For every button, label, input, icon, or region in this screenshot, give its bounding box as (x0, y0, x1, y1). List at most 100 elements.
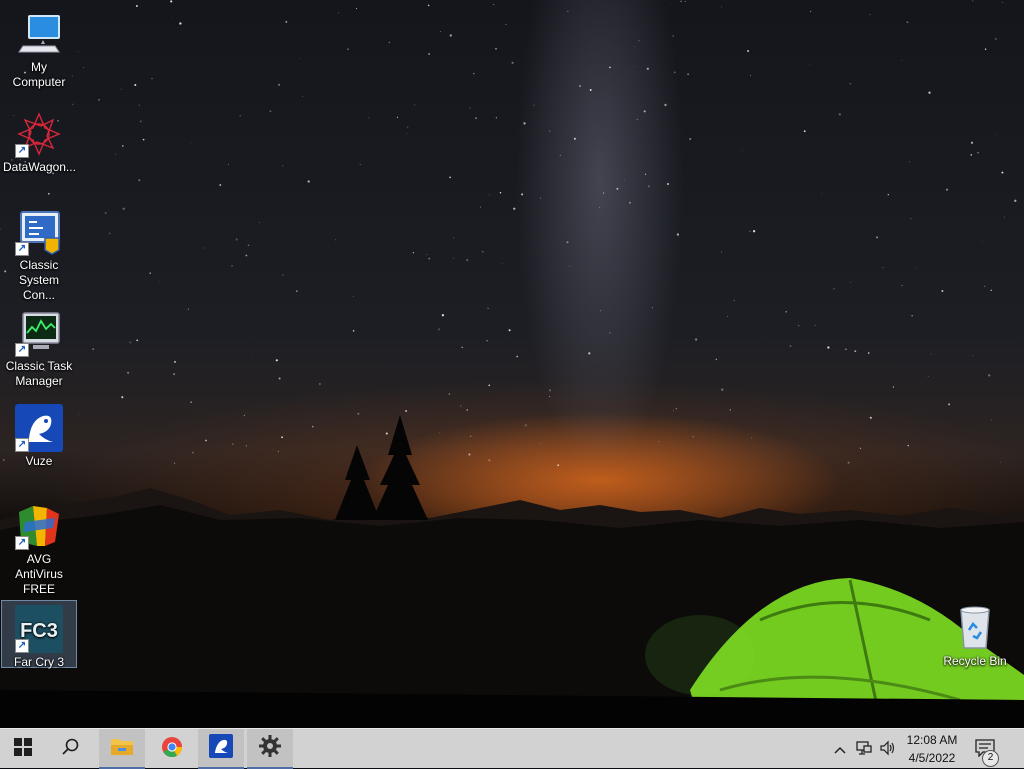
star (158, 280, 160, 282)
shortcut-arrow-icon: ↗ (15, 536, 29, 550)
star (636, 118, 638, 121)
avg-antivirus-icon: ↗ (15, 502, 63, 550)
star (524, 424, 527, 427)
star (941, 289, 944, 293)
star (307, 180, 310, 183)
star (352, 295, 354, 297)
desktop-icon-label: Classic Task Manager (5, 359, 73, 388)
desktop-icon-classic-system-control[interactable]: ↗ Classic System Con... (1, 204, 77, 303)
star (984, 285, 986, 287)
star (798, 325, 800, 327)
search-button[interactable] (48, 729, 94, 769)
star (715, 358, 718, 361)
star (439, 432, 441, 434)
star (901, 285, 903, 287)
star (245, 254, 248, 257)
star (999, 461, 1002, 463)
star (72, 103, 74, 105)
star (412, 252, 415, 254)
star (616, 187, 619, 190)
volume-icon (879, 740, 897, 759)
star (909, 161, 911, 163)
star (461, 346, 463, 348)
taskbar-file-explorer[interactable] (99, 729, 145, 769)
star (396, 116, 398, 118)
star (549, 130, 551, 132)
taskbar-vuze[interactable] (198, 729, 244, 769)
desktop-icon-recycle-bin[interactable]: Recycle Bin (937, 600, 1013, 669)
shortcut-arrow-icon: ↗ (15, 144, 29, 158)
desktop-icon-my-computer[interactable]: My Computer (1, 6, 77, 90)
star (516, 355, 519, 358)
star (368, 117, 370, 119)
network-status[interactable] (854, 739, 874, 759)
star (501, 263, 503, 264)
taskbar-settings[interactable] (247, 729, 293, 769)
chevron-up-icon (834, 741, 846, 757)
start-button[interactable] (0, 729, 46, 769)
star (629, 202, 631, 204)
star (466, 258, 469, 262)
star (302, 96, 304, 97)
star (972, 0, 974, 2)
search-icon (62, 738, 80, 761)
clock[interactable]: 12:08 AM 4/5/2022 (898, 731, 966, 767)
star (948, 403, 951, 406)
star (488, 384, 491, 387)
star (869, 14, 871, 15)
star (557, 464, 560, 467)
star (982, 241, 983, 243)
star (235, 238, 238, 241)
control-panel-icon: ↗ (15, 208, 63, 256)
star (299, 57, 301, 59)
star (603, 192, 605, 194)
star (338, 12, 339, 14)
star (252, 354, 254, 355)
desktop-icon-vuze[interactable]: ↗ Vuze (1, 400, 77, 469)
star (493, 3, 495, 5)
star (733, 299, 735, 301)
star (319, 383, 321, 385)
star (1002, 2, 1003, 3)
star (469, 435, 472, 438)
star (849, 83, 851, 85)
volume-control[interactable] (878, 739, 898, 759)
star (741, 150, 743, 151)
star (667, 183, 669, 185)
star (684, 0, 686, 2)
star (752, 230, 756, 233)
star (854, 350, 857, 353)
star (847, 461, 850, 464)
taskbar: 12:08 AM 4/5/2022 2 (0, 728, 1024, 769)
show-hidden-icons-button[interactable] (832, 739, 848, 759)
star (278, 377, 281, 380)
desktop-icon-label: My Computer (12, 60, 66, 89)
star (355, 8, 358, 10)
star (785, 310, 787, 313)
star (481, 250, 484, 253)
clock-date: 4/5/2022 (908, 751, 956, 765)
star (569, 266, 571, 268)
star (406, 126, 409, 129)
star (988, 374, 991, 377)
star (347, 48, 350, 51)
star (882, 267, 884, 269)
star (139, 120, 142, 123)
star (427, 4, 430, 7)
star (676, 233, 680, 236)
star (521, 193, 524, 196)
star (466, 409, 469, 411)
star (219, 184, 222, 186)
desktop-icon-classic-task-manager[interactable]: ↗ Classic Task Manager (1, 305, 77, 389)
star (694, 338, 698, 341)
taskbar-chrome[interactable] (149, 729, 195, 769)
star (473, 72, 475, 75)
desktop-icon-far-cry-3[interactable]: FC3 ↗ Far Cry 3 (1, 600, 77, 669)
star (278, 83, 281, 86)
star (469, 107, 471, 109)
star (83, 67, 85, 69)
star (1014, 199, 1017, 202)
desktop-icon-avg-antivirus[interactable]: ↗ AVG AntiVirus FREE (1, 498, 77, 597)
desktop-icon-datawagon[interactable]: ↗ DataWagon... (1, 106, 77, 175)
star (247, 244, 250, 247)
